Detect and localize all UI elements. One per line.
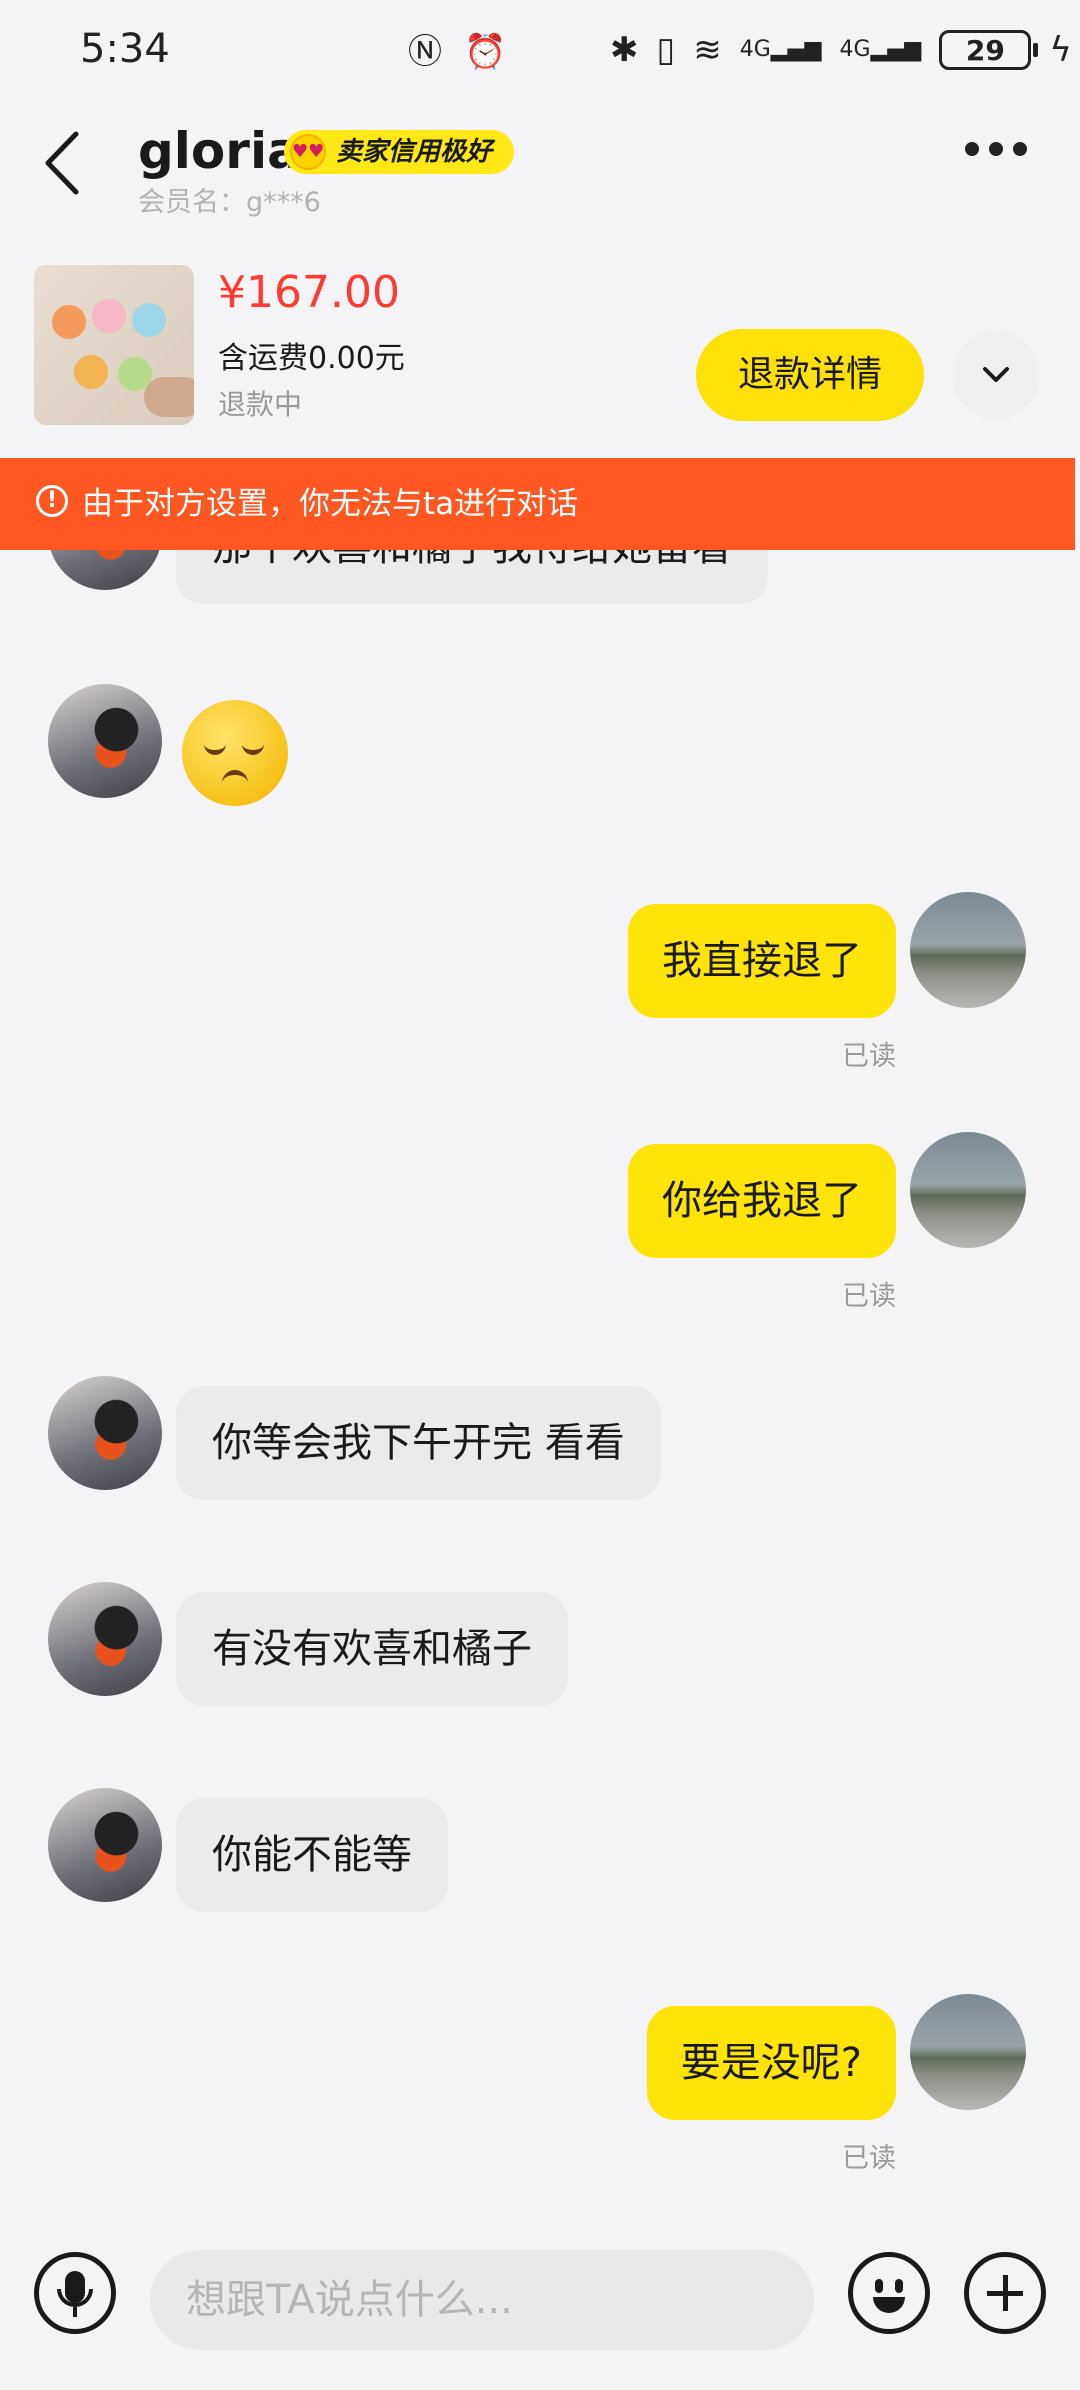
warning-text: 由于对方设置，你无法与ta进行对话: [82, 486, 579, 522]
nfc-icon: Ⓝ: [408, 32, 442, 72]
microphone-leg: [73, 2307, 77, 2317]
warning-banner: ! 由于对方设置，你无法与ta进行对话: [0, 458, 1075, 550]
product-card[interactable]: ¥167.00 含运费0.00元 退款中 退款详情: [0, 245, 1080, 445]
alert-icon: !: [36, 485, 68, 517]
dot-icon: [1013, 142, 1027, 156]
smiley-eye: [895, 2279, 903, 2293]
message-bubble-left[interactable]: 有没有欢喜和橘子: [176, 1592, 568, 1706]
read-receipt: 已读: [842, 2143, 896, 2174]
message-bubble-right[interactable]: 我直接退了: [628, 904, 896, 1018]
heart-eyes-icon: ♥♥: [290, 134, 326, 170]
chevron-down-icon: [983, 367, 1009, 382]
my-avatar[interactable]: [910, 1994, 1026, 2110]
status-bar: 5:34 Ⓝ ⏰ ✱ ▯ ≋ 4G▂▄▆ 4G▂▄▆ 29 ϟ: [0, 0, 1080, 100]
battery-indicator: 29: [939, 30, 1039, 70]
status-time: 5:34: [80, 26, 170, 72]
chat-header: gloria ♥♥ 卖家信用极好 会员名：g***6: [0, 100, 1080, 230]
contact-avatar[interactable]: [48, 1582, 162, 1696]
vibrate-icon: ▯: [656, 30, 676, 70]
chevron-left-icon: [45, 131, 79, 195]
product-thumbnail[interactable]: [34, 265, 194, 425]
microphone-stand: [57, 2289, 93, 2307]
read-receipt: 已读: [842, 1041, 896, 1072]
hand-shape: [144, 377, 194, 417]
signal-icon-1: 4G▂▄▆: [739, 37, 822, 62]
my-avatar[interactable]: [910, 1132, 1026, 1248]
message-bubble-left[interactable]: 你能不能等: [176, 1798, 448, 1912]
message-bubble-right[interactable]: 你给我退了: [628, 1144, 896, 1258]
smiley-eye: [875, 2279, 883, 2293]
signal-icon-2: 4G▂▄▆: [839, 37, 922, 62]
contact-name[interactable]: gloria: [138, 122, 301, 180]
credit-badge: ♥♥ 卖家信用极好: [284, 130, 515, 174]
status-right-icons: ✱ ▯ ≋ 4G▂▄▆ 4G▂▄▆ 29 ϟ: [610, 28, 1072, 72]
smiley-mouth: [873, 2297, 905, 2313]
contact-avatar[interactable]: [48, 684, 162, 798]
status-mid-icons: Ⓝ ⏰: [408, 30, 506, 74]
message-input[interactable]: [150, 2250, 814, 2350]
message-bubble-left[interactable]: 你等会我下午开完 看看: [176, 1386, 661, 1500]
member-name: 会员名：g***6: [138, 187, 321, 218]
emoji-eye: [204, 740, 226, 755]
alarm-icon: ⏰: [464, 32, 507, 72]
figurine-shape: [74, 355, 108, 389]
emoji-mouth: [222, 770, 248, 783]
dot-icon: [965, 142, 979, 156]
bluetooth-icon: ✱: [610, 30, 639, 70]
credit-badge-label: 卖家信用极好: [336, 137, 493, 167]
order-status: 退款中: [218, 388, 303, 421]
plus-icon-vertical: [1003, 2275, 1008, 2311]
refund-details-button[interactable]: 退款详情: [696, 329, 924, 421]
read-receipt: 已读: [842, 1281, 896, 1312]
message-bubble-right[interactable]: 要是没呢?: [646, 2006, 896, 2120]
figurine-shape: [92, 299, 126, 333]
emoji-eye: [242, 740, 264, 755]
add-attachment-button[interactable]: [964, 2252, 1046, 2334]
my-avatar[interactable]: [910, 892, 1026, 1008]
charging-icon: ϟ: [1049, 30, 1072, 70]
emoji-button[interactable]: [848, 2252, 930, 2334]
wifi-icon: ≋: [693, 30, 722, 70]
sleepy-face-emoji[interactable]: [182, 700, 288, 806]
contact-avatar[interactable]: [48, 1376, 162, 1490]
voice-button[interactable]: [34, 2252, 116, 2334]
input-bar: [0, 2230, 1080, 2390]
figurine-shape: [52, 305, 86, 339]
back-button[interactable]: [40, 128, 100, 208]
expand-button[interactable]: [952, 331, 1040, 419]
dot-icon: [989, 142, 1003, 156]
shipping-fee: 含运费0.00元: [218, 341, 405, 376]
more-options-button[interactable]: [965, 142, 1027, 156]
contact-avatar[interactable]: [48, 1788, 162, 1902]
product-price: ¥167.00: [218, 267, 400, 318]
figurine-shape: [132, 303, 166, 337]
